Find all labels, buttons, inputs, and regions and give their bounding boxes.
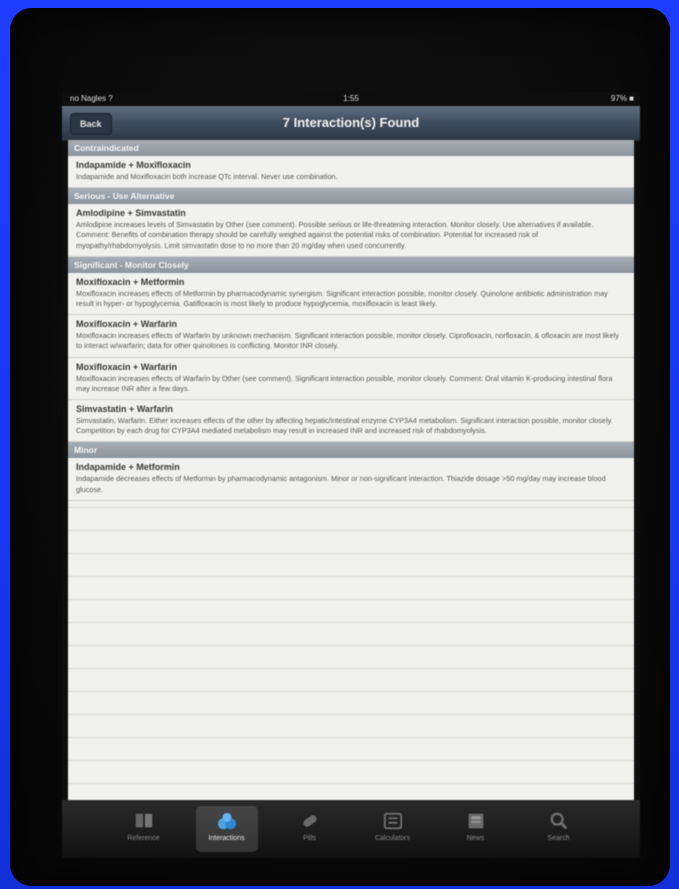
section-header: Significant - Monitor Closely [68,256,634,273]
list-item[interactable]: Amlodipine + Simvastatin Amlodipine incr… [68,204,634,257]
interaction-description: Moxifloxacin increases effects of Warfar… [76,331,619,351]
ipad-bezel: no Nagles ? 1:55 97% ■ Back 7 Interactio… [10,8,670,886]
book-icon [132,810,156,832]
interaction-title: Moxifloxacin + Metformin [76,276,185,287]
tab-news[interactable]: News [445,806,507,852]
tab-bar: Reference Interactions Pills Calculators [62,800,640,858]
section-minor: Minor Indapamide + Metformin Indapamide … [68,442,634,501]
interaction-list[interactable]: Contraindicated Indapamide + Moxifloxaci… [68,140,634,800]
section-header: Serious - Use Alternative [68,188,634,205]
pill-identifier-icon [298,810,322,832]
interaction-title: Indapamide + Moxifloxacin [76,160,191,170]
tab-label: Search [547,835,570,842]
list-item[interactable]: Moxifloxacin + Warfarin Moxifloxacin inc… [68,315,634,358]
tab-label: News [466,835,485,842]
interaction-title: Simvastatin + Warfarin [76,404,173,415]
tab-pills[interactable]: Pills [279,806,341,852]
status-bar: no Nagles ? 1:55 97% ■ [62,92,640,106]
list-item[interactable]: Indapamide + Metformin Indapamide decrea… [68,458,634,501]
pills-icon [215,810,239,832]
section-header: Minor [68,442,634,459]
tab-calculators[interactable]: Calculators [362,806,424,852]
list-item[interactable]: Moxifloxacin + Warfarin Moxifloxacin inc… [68,358,634,401]
list-item[interactable]: Moxifloxacin + Metformin Moxifloxacin in… [68,273,634,316]
search-icon [547,810,571,832]
tab-label: Calculators [374,835,410,842]
page-title: 7 Interaction(s) Found [282,115,420,130]
list-item[interactable]: Simvastatin + Warfarin Simvastatin, Warf… [68,400,634,443]
clock: 1:55 [343,94,359,103]
tab-label: Pills [303,835,316,842]
battery-indicator: 97% ■ [610,94,634,103]
interaction-description: Simvastatin, Warfarin. Either increases … [76,416,613,436]
section-contraindicated: Contraindicated Indapamide + Moxifloxaci… [68,140,634,189]
interaction-description: Amlodipine increases levels of Simvastat… [76,220,594,250]
tab-label: Interactions [208,835,245,842]
interaction-title: Amlodipine + Simvastatin [76,208,186,219]
interaction-description: Moxifloxacin increases effects of Metfor… [76,288,608,309]
interaction-title: Indapamide + Metformin [76,462,180,473]
tab-interactions[interactable]: Interactions [195,806,258,852]
device-screen: no Nagles ? 1:55 97% ■ Back 7 Interactio… [62,92,640,858]
interaction-description: Indapamide and Moxifloxacin both increas… [76,172,338,181]
section-significant: Significant - Monitor Closely Moxifloxac… [68,256,634,443]
tab-reference[interactable]: Reference [113,806,175,852]
interaction-title: Moxifloxacin + Warfarin [76,319,177,330]
tab-label: Reference [127,835,160,842]
news-icon [464,810,488,832]
interaction-title: Moxifloxacin + Warfarin [76,361,177,372]
interaction-description: Moxifloxacin increases effects of Warfar… [76,373,613,393]
interaction-description: Indapamide decreases effects of Metformi… [76,474,606,494]
navigation-bar: Back 7 Interaction(s) Found [62,106,640,141]
section-serious: Serious - Use Alternative Amlodipine + S… [68,188,634,257]
calculator-icon [381,810,405,832]
section-header: Contraindicated [68,140,634,156]
list-item[interactable]: Indapamide + Moxifloxacin Indapamide and… [68,156,634,189]
tab-search[interactable]: Search [528,806,590,852]
